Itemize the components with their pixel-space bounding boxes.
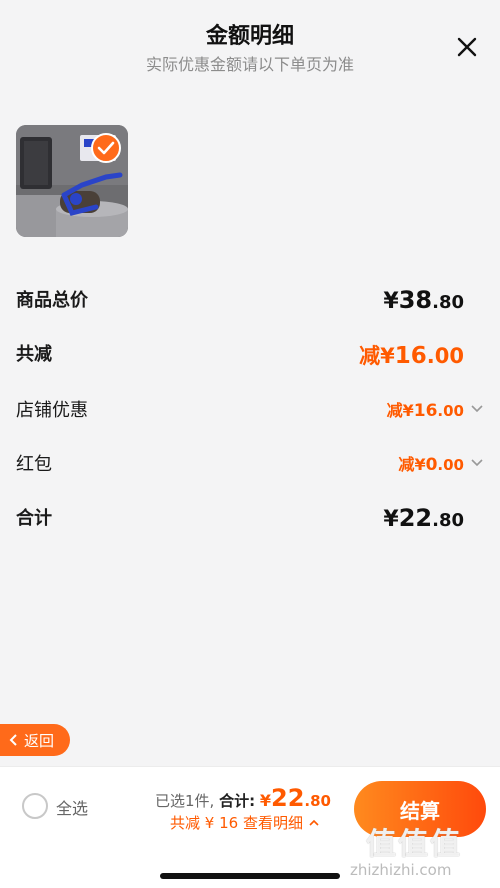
sheet-title: 金额明细 bbox=[205, 24, 294, 49]
row-value: ¥22.80 bbox=[383, 504, 464, 532]
amount-detail-sheet: 金额明细 实际优惠金额请以下单页为准 商品总价 ¥38.80 共减 减¥16.0… bbox=[0, 0, 500, 766]
home-indicator[interactable] bbox=[160, 873, 340, 879]
chevron-left-icon bbox=[9, 734, 17, 746]
row-goods-total: 商品总价 ¥38.80 bbox=[16, 286, 484, 318]
total-label: 合计: bbox=[219, 792, 256, 810]
view-detail-label: 查看明细 bbox=[242, 814, 303, 832]
close-icon[interactable] bbox=[456, 36, 478, 58]
row-label: 红包 bbox=[16, 454, 52, 475]
row-value: ¥38.80 bbox=[383, 286, 464, 314]
row-label: 店铺优惠 bbox=[16, 400, 88, 421]
back-button-label: 返回 bbox=[24, 731, 55, 750]
row-value: 减¥16.00 bbox=[359, 343, 464, 369]
chevron-down-icon[interactable] bbox=[470, 456, 484, 468]
selection-summary: 已选1件, 合计: ¥22.80 bbox=[155, 784, 331, 812]
selected-count: 已选1件, bbox=[155, 792, 215, 810]
row-label: 商品总价 bbox=[16, 290, 88, 311]
row-shop-discount[interactable]: 店铺优惠 减¥16.00 bbox=[16, 396, 484, 428]
total-int: 22 bbox=[271, 784, 305, 812]
back-button[interactable]: 返回 bbox=[0, 724, 70, 756]
bottom-bar: 全选 已选1件, 合计: ¥22.80 共减 ¥ 16 查看明细 结算 值值值 … bbox=[0, 766, 500, 888]
select-all-radio[interactable] bbox=[22, 793, 48, 819]
select-all-label[interactable]: 全选 bbox=[56, 795, 88, 819]
row-grand-total: 合计 ¥22.80 bbox=[16, 504, 484, 536]
row-total-discount: 共减 减¥16.00 bbox=[16, 340, 484, 372]
row-value: 减¥16.00 bbox=[386, 401, 464, 421]
chevron-down-icon[interactable] bbox=[470, 402, 484, 414]
view-detail-toggle[interactable]: 共减 ¥ 16 查看明细 bbox=[170, 812, 320, 833]
selected-check-icon bbox=[91, 133, 121, 163]
sheet-subtitle: 实际优惠金额请以下单页为准 bbox=[145, 55, 354, 74]
total-dec: .80 bbox=[304, 792, 331, 810]
chevron-up-icon bbox=[309, 819, 319, 826]
row-red-packet[interactable]: 红包 减¥0.00 bbox=[16, 450, 484, 482]
row-value: 减¥0.00 bbox=[398, 455, 464, 475]
row-label: 共减 bbox=[16, 344, 52, 365]
watermark-url: zhizhizhi.com bbox=[350, 861, 452, 879]
watermark-logo: 值值值 bbox=[366, 827, 462, 862]
row-label: 合计 bbox=[16, 508, 52, 529]
total-currency: ¥ bbox=[259, 791, 272, 810]
saving-text: 共减 ¥ 16 bbox=[170, 814, 239, 832]
